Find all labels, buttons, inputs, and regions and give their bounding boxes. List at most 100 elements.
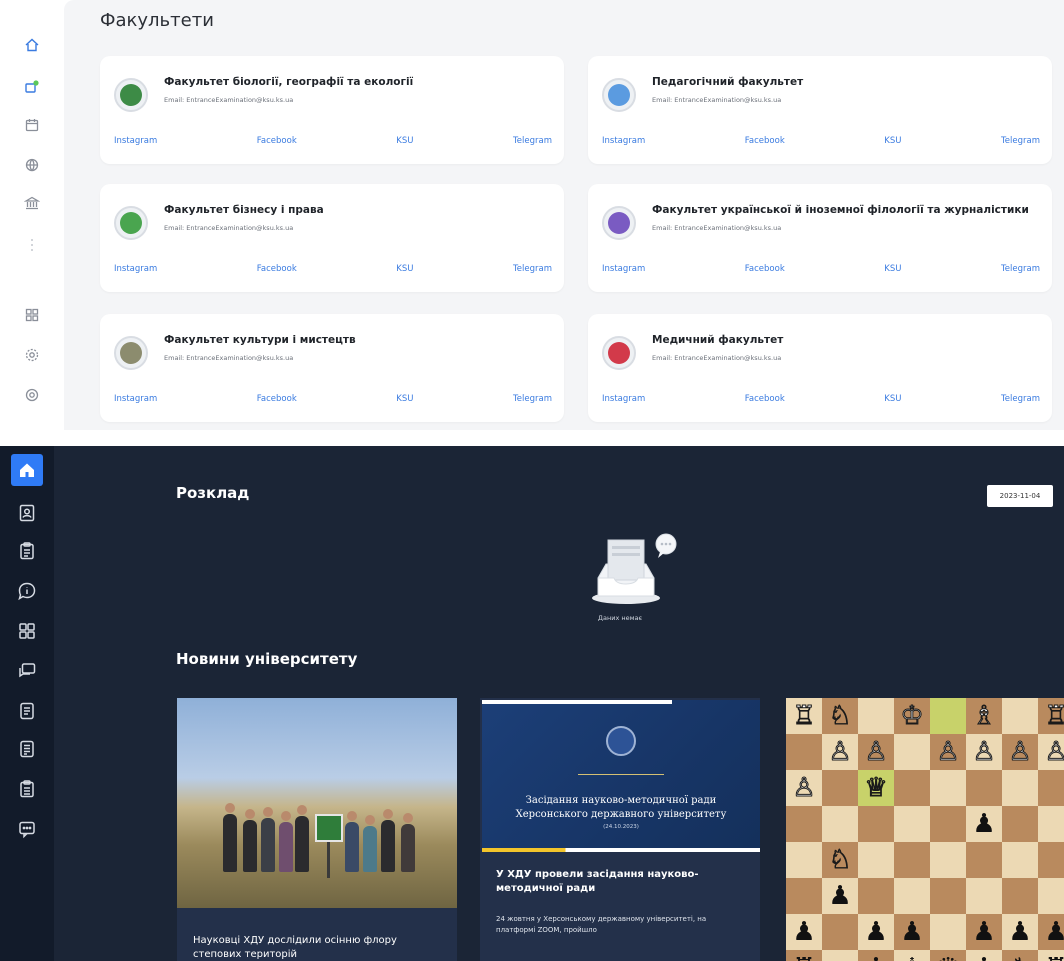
faculty-links: Instagram Facebook KSU Telegram <box>602 394 1040 404</box>
telegram-link[interactable]: Telegram <box>1001 264 1040 274</box>
home-icon[interactable] <box>11 454 43 486</box>
chess-square: ♟ <box>1038 914 1064 950</box>
chess-square: ♝ <box>966 950 1002 961</box>
chess-piece-icon: ♟ <box>792 917 816 947</box>
chess-square <box>1002 842 1038 878</box>
globe-icon[interactable] <box>23 156 41 174</box>
chess-square <box>858 842 894 878</box>
faculty-name: Факультет культури і мистецтв <box>164 334 356 346</box>
chess-square: ♖ <box>1038 698 1064 734</box>
institution-icon[interactable] <box>23 194 41 212</box>
news-card[interactable]: Науковці ХДУ дослідили осінню флору степ… <box>177 698 457 961</box>
calendar-icon[interactable] <box>23 116 41 134</box>
chess-square: ♙ <box>1002 734 1038 770</box>
faculty-card[interactable]: Факультет культури і мистецтв Email: Entr… <box>100 314 564 422</box>
instagram-link[interactable]: Instagram <box>114 136 157 146</box>
apps-grid-icon[interactable] <box>14 618 40 644</box>
faculty-card[interactable]: Факультет української й іноземної філоло… <box>588 184 1052 292</box>
faculty-email: Email: EntranceExamination@ksu.ks.ua <box>164 224 294 232</box>
chess-piece-icon: ♙ <box>864 737 888 767</box>
facebook-link[interactable]: Facebook <box>745 264 785 274</box>
faculty-email: Email: EntranceExamination@ksu.ks.ua <box>652 96 782 104</box>
instagram-link[interactable]: Instagram <box>114 264 157 274</box>
schedule-title: Розклад <box>176 484 250 502</box>
chess-square: ♙ <box>858 734 894 770</box>
chess-piece-icon: ♙ <box>936 737 960 767</box>
clipboard-icon[interactable] <box>14 538 40 564</box>
chess-square: ♟ <box>966 914 1002 950</box>
chess-square <box>1038 842 1064 878</box>
faculty-card[interactable]: Факультет бізнесу і права Email: Entrance… <box>100 184 564 292</box>
document-icon[interactable] <box>14 698 40 724</box>
chess-square: ♙ <box>930 734 966 770</box>
ksu-link[interactable]: KSU <box>396 394 413 404</box>
chess-piece-icon: ♔ <box>900 701 924 731</box>
chess-piece-icon: ♟ <box>900 917 924 947</box>
chess-square: ♕ <box>858 770 894 806</box>
chess-piece-icon: ♟ <box>1008 917 1032 947</box>
faculty-card[interactable]: Медичний факультет Email: EntranceExamina… <box>588 314 1052 422</box>
message-icon[interactable] <box>14 816 40 842</box>
chess-square <box>822 950 858 961</box>
ksu-link[interactable]: KSU <box>884 394 901 404</box>
settings-icon[interactable] <box>23 346 41 364</box>
instagram-link[interactable]: Instagram <box>602 136 645 146</box>
telegram-link[interactable]: Telegram <box>513 394 552 404</box>
list-icon[interactable] <box>14 776 40 802</box>
notification-icon[interactable] <box>23 78 41 96</box>
facebook-link[interactable]: Facebook <box>745 136 785 146</box>
instagram-link[interactable]: Instagram <box>114 394 157 404</box>
facebook-link[interactable]: Facebook <box>257 264 297 274</box>
telegram-link[interactable]: Telegram <box>513 136 552 146</box>
chess-square: ♟ <box>894 914 930 950</box>
chess-square <box>822 914 858 950</box>
faculty-card[interactable]: Факультет біології, географії та екологі… <box>100 56 564 164</box>
chat-icon[interactable] <box>14 658 40 684</box>
chess-piece-icon: ♟ <box>972 809 996 839</box>
chess-piece-icon: ♙ <box>792 773 816 803</box>
info-chat-icon[interactable] <box>14 578 40 604</box>
chess-piece-icon: ♙ <box>1044 737 1064 767</box>
instagram-link[interactable]: Instagram <box>602 394 645 404</box>
telegram-link[interactable]: Telegram <box>1001 394 1040 404</box>
chess-square <box>1038 878 1064 914</box>
faculty-email: Email: EntranceExamination@ksu.ks.ua <box>164 354 294 362</box>
faculty-name: Факультет української й іноземної філоло… <box>652 204 1029 216</box>
ksu-link[interactable]: KSU <box>396 136 413 146</box>
chess-square <box>930 842 966 878</box>
chess-square <box>894 734 930 770</box>
news-card[interactable]: ♖ ♘ ♔ ♗ ♖ ♙ ♙ ♙ ♙ ♙ ♙ ♙ ♕ ♟ ♘ ♟ ♟ ♟ ♟ ♟ ♟ ♟ ♜ ♝ ♚ ♛ ♝ ♞ ♜ <box>786 698 1064 961</box>
more-icon[interactable] <box>23 236 41 254</box>
facebook-link[interactable]: Facebook <box>745 394 785 404</box>
instagram-link[interactable]: Instagram <box>602 264 645 274</box>
ksu-link[interactable]: KSU <box>884 264 901 274</box>
news-card[interactable]: Засідання науково-методичної ради Херсон… <box>480 698 760 961</box>
facebook-link[interactable]: Facebook <box>257 394 297 404</box>
faculty-card[interactable]: Педагогічний факультет Email: EntranceExa… <box>588 56 1052 164</box>
telegram-link[interactable]: Telegram <box>513 264 552 274</box>
date-picker[interactable]: 2023-11-04 <box>987 485 1053 507</box>
chess-square <box>894 842 930 878</box>
ksu-link[interactable]: KSU <box>884 136 901 146</box>
chess-square <box>786 878 822 914</box>
contacts-icon[interactable] <box>14 500 40 526</box>
chess-square <box>786 842 822 878</box>
chess-square: ♟ <box>966 806 1002 842</box>
chess-piece-icon: ♖ <box>1044 701 1064 731</box>
ksu-link[interactable]: KSU <box>396 264 413 274</box>
chess-square: ♚ <box>894 950 930 961</box>
home-icon[interactable] <box>23 36 41 54</box>
chess-square <box>1038 770 1064 806</box>
chess-square <box>1038 806 1064 842</box>
chess-square: ♙ <box>1038 734 1064 770</box>
faculty-name: Факультет бізнесу і права <box>164 204 324 216</box>
chess-square <box>1002 770 1038 806</box>
facebook-link[interactable]: Facebook <box>257 136 297 146</box>
telegram-link[interactable]: Telegram <box>1001 136 1040 146</box>
chess-piece-icon: ♖ <box>792 701 816 731</box>
notes-icon[interactable] <box>14 736 40 762</box>
help-icon[interactable] <box>23 386 41 404</box>
faculty-logo-icon <box>602 78 636 112</box>
top-sidebar <box>0 0 64 430</box>
grid-icon[interactable] <box>23 306 41 324</box>
